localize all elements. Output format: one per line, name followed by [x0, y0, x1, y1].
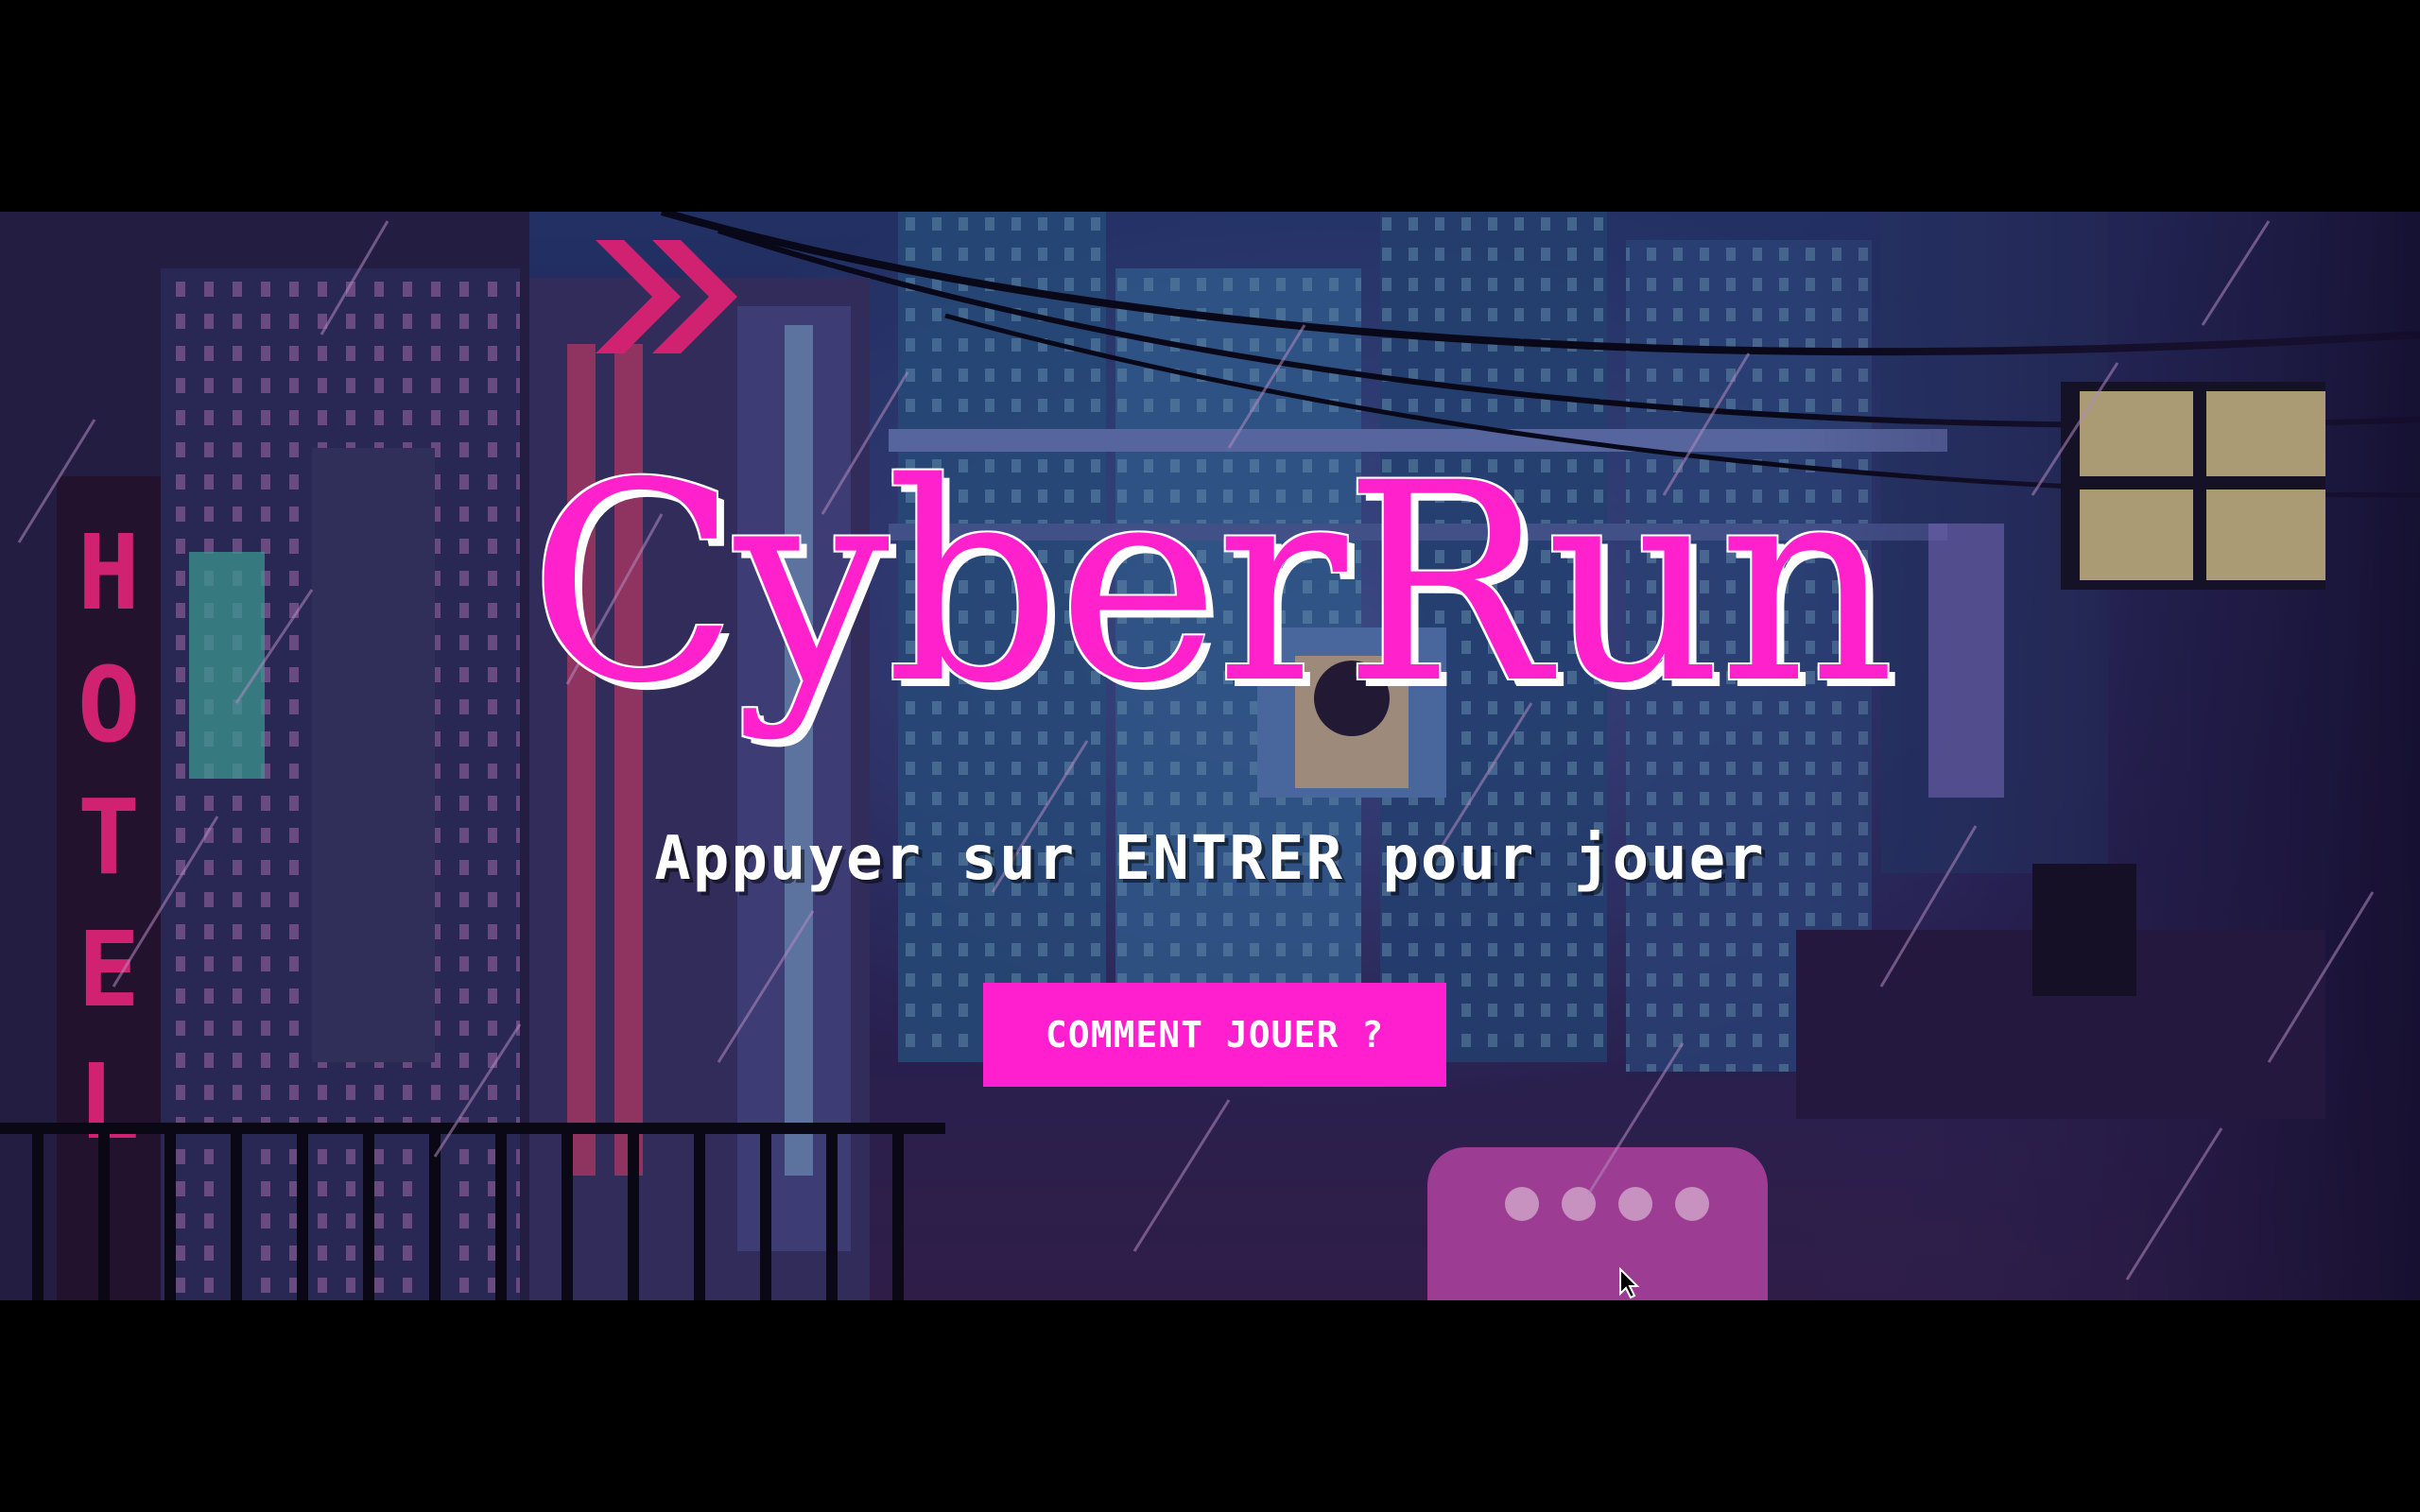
- start-prompt: Appuyer sur ENTRER pour jouer: [654, 824, 1766, 894]
- game-viewport[interactable]: H O T E L CyberRun Appuyer sur ENTRER po…: [0, 212, 2420, 1300]
- letterbox-bottom: [0, 1300, 2420, 1512]
- letterbox-top: [0, 0, 2420, 212]
- how-to-play-button[interactable]: COMMENT JOUER ?: [983, 983, 1446, 1087]
- game-title: CyberRun: [528, 425, 1895, 744]
- mouse-pointer-icon: [1619, 1267, 1640, 1299]
- cyberpunk-city-background: H O T E L: [0, 212, 2420, 1300]
